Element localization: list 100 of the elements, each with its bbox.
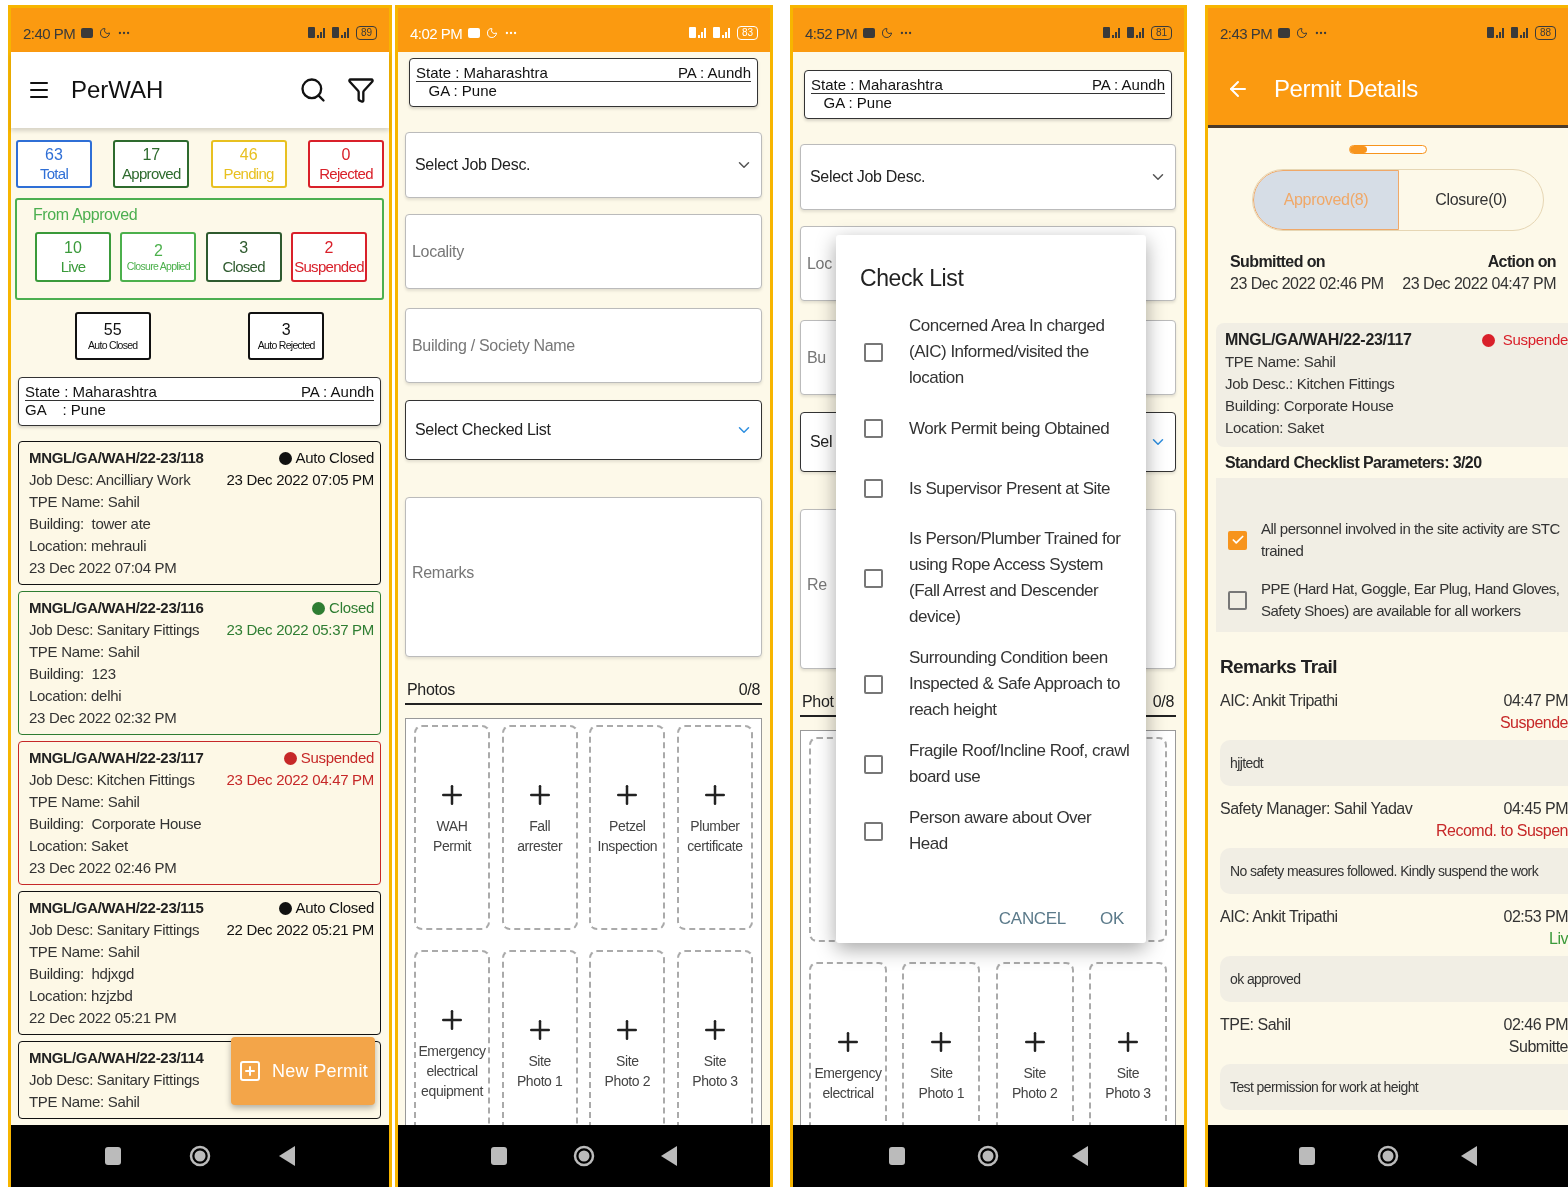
back-button[interactable]: [1461, 1146, 1477, 1166]
tab[interactable]: Closure(0): [1399, 170, 1543, 230]
checkbox[interactable]: [864, 568, 883, 588]
check-icon: [1230, 533, 1245, 547]
dialog-button[interactable]: CANCEL: [998, 909, 1067, 929]
tile-label: Fall arrester: [516, 816, 564, 856]
checklist-item-label: Surrounding Condition been Inspected & Safe Approach to reach height: [909, 647, 1121, 721]
permit-card[interactable]: MNGL/GA/WAH/22-23/116 Job Desc: Sanitary Fittings TPE Name: Sahil Building: 123 Location: delhi 23 Dec 2022 02:32 PM Closed 23 Dec 2022 05:37 PM: [18, 591, 381, 735]
counter-value: 10: [64, 239, 82, 258]
back-button[interactable]: [661, 1146, 677, 1166]
remark-author: AIC: Ankit Tripathi: [1220, 907, 1338, 927]
state-label: State : Maharashtra: [416, 64, 548, 81]
status-counter[interactable]: 55 Auto Closed: [74, 312, 151, 360]
group-title: From Approved: [33, 206, 138, 224]
checkbox[interactable]: [864, 479, 883, 498]
back-button[interactable]: [279, 1146, 295, 1166]
signal-icon: [331, 27, 350, 39]
counter-value: 0: [341, 146, 351, 165]
action-date: 23 Dec 2022 07:05 PM: [226, 470, 374, 490]
back-button[interactable]: [1071, 1146, 1088, 1166]
permit-card[interactable]: MNGL/GA/WAH/22-23/117 Job Desc: Kitchen Fittings TPE Name: Sahil Building: Corporate House Location: Saket 23 Dec 2022 02:46 PM Suspended 23 Dec 2022 04:47 PM: [18, 741, 381, 885]
remark-text: Test permission for work at height: [1230, 1078, 1419, 1097]
tile-label: Plumber certificate: [686, 816, 744, 856]
pa-label: PA : Aundh: [1091, 76, 1165, 93]
checkbox[interactable]: [1228, 530, 1247, 550]
section-title: Photos: [407, 681, 455, 699]
photo-upload-tile[interactable]: WAH Permit: [414, 725, 490, 930]
permit-status: Suspended: [300, 748, 374, 768]
checklist-item-label: Is Supervisor Present at Site: [909, 477, 1110, 500]
photo-upload-tile[interactable]: Petzel Inspection: [589, 725, 666, 930]
checklist-item-label: All personnel involved in the site activity are STC trained: [1261, 519, 1560, 561]
status-counter[interactable]: 3 Auto Rejected: [248, 312, 325, 360]
dialog-button[interactable]: OK: [1100, 909, 1124, 929]
checkbox[interactable]: [864, 342, 883, 362]
status-counter[interactable]: 63 Total: [16, 140, 92, 188]
permit-detail: Job Desc: Sanitary Fittings: [29, 920, 200, 940]
counter-value: 46: [239, 146, 258, 165]
signal-icon: [1102, 27, 1121, 39]
screen-title: Permit Details: [1274, 74, 1418, 103]
home-button[interactable]: [977, 1145, 1000, 1167]
filter-icon[interactable]: [347, 76, 375, 104]
home-button[interactable]: [189, 1145, 211, 1167]
remark-time: 04:45 PM: [1503, 799, 1568, 819]
battery-indicator: 88: [1534, 26, 1556, 40]
checkbox[interactable]: [864, 821, 883, 841]
dropdown[interactable]: Select Job Desc.: [800, 144, 1176, 210]
checkbox[interactable]: [864, 674, 883, 694]
remarks-field[interactable]: Remarks: [405, 497, 762, 657]
permit-card[interactable]: MNGL/GA/WAH/22-23/118 Job Desc: Ancilliary Work TPE Name: Sahil Building: tower ate Location: mehrauli 23 Dec 2022 07:04 PM Auto Closed 23 Dec 2022 07:05 PM: [18, 441, 381, 585]
tile-label: WAH Permit: [431, 816, 473, 856]
battery-indicator: 83: [736, 26, 758, 40]
add-icon: [238, 1059, 262, 1083]
remark-author: TPE: Sahil: [1220, 1015, 1291, 1035]
status-counter[interactable]: 3 Closed: [205, 232, 282, 282]
status-counter[interactable]: 2 Suspended: [291, 232, 367, 282]
photo-upload-tile[interactable]: Plumber certificate: [676, 725, 753, 930]
signal-icon: [1510, 27, 1529, 39]
dialog-title: Check List: [860, 265, 964, 292]
recent-apps-button[interactable]: [889, 1147, 906, 1165]
checklist-item-label: Concerned Area In charged (AIC) Informed/visited the location: [909, 315, 1106, 389]
permit-detail: TPE Name: Sahil: [29, 792, 140, 812]
checkbox[interactable]: [864, 754, 883, 774]
permit-detail: TPE Name: Sahil: [29, 942, 140, 962]
remark-author: AIC: Ankit Tripathi: [1220, 691, 1338, 711]
status-counter[interactable]: 17 Approved: [113, 140, 190, 188]
signal-icon: [1126, 27, 1145, 39]
signal-icon: [688, 27, 707, 39]
text-field[interactable]: Locality: [405, 214, 762, 289]
status-time: 2:43 PM: [1220, 24, 1273, 42]
home-button[interactable]: [1377, 1145, 1399, 1167]
battery-indicator: 89: [355, 26, 377, 40]
search-icon[interactable]: [299, 76, 327, 104]
dropdown[interactable]: Select Checked List: [405, 400, 762, 460]
counter-label: Auto Rejected: [257, 339, 315, 351]
counter-value: 63: [45, 146, 63, 165]
checklist-item-label: Person aware about Over Head: [909, 807, 1093, 855]
permit-id: MNGL/GA/WAH/22-23/118: [29, 448, 204, 468]
permit-detail: 22 Dec 2022 05:21 PM: [29, 1008, 177, 1028]
status-counter[interactable]: 10 Live: [35, 232, 111, 282]
checkbox[interactable]: [864, 419, 883, 438]
battery-indicator: 81: [1150, 26, 1172, 40]
permit-detail: 23 Dec 2022 02:46 PM: [29, 858, 177, 878]
permit-card[interactable]: MNGL/GA/WAH/22-23/115 Job Desc: Sanitary Fittings TPE Name: Sahil Building: hdjxgd Location: hzjzbd 22 Dec 2022 05:21 PM Auto Closed 22 Dec 2022 05:21 PM: [18, 891, 381, 1035]
counter-label: Rejected: [319, 164, 373, 182]
tile-label: Site Photo 2: [603, 1051, 652, 1091]
checklist-title: Standard Checklist Parameters: 3/20: [1225, 454, 1482, 472]
dropdown[interactable]: Select Job Desc.: [405, 132, 762, 198]
checkbox[interactable]: [1228, 590, 1247, 610]
tile-label: Site Photo 2: [1010, 1063, 1059, 1103]
remark-status: Recomd. to Suspen: [1435, 821, 1568, 841]
action-date: 23 Dec 2022 05:37 PM: [226, 620, 374, 640]
home-button[interactable]: [573, 1145, 595, 1167]
permit-detail: Job Desc: Sanitary Fittings: [29, 1070, 200, 1090]
counter-label: Pending: [223, 164, 274, 182]
permit-detail: Job Desc.: Kitchen Fittings: [1225, 374, 1395, 394]
counter-value: 3: [281, 321, 291, 339]
action-date: 23 Dec 2022 04:47 PM: [226, 770, 374, 790]
status-counter[interactable]: 0 Rejected: [308, 140, 384, 188]
photo-upload-tile[interactable]: Fall arrester: [501, 725, 578, 930]
text-field[interactable]: Building / Society Name: [405, 308, 762, 383]
